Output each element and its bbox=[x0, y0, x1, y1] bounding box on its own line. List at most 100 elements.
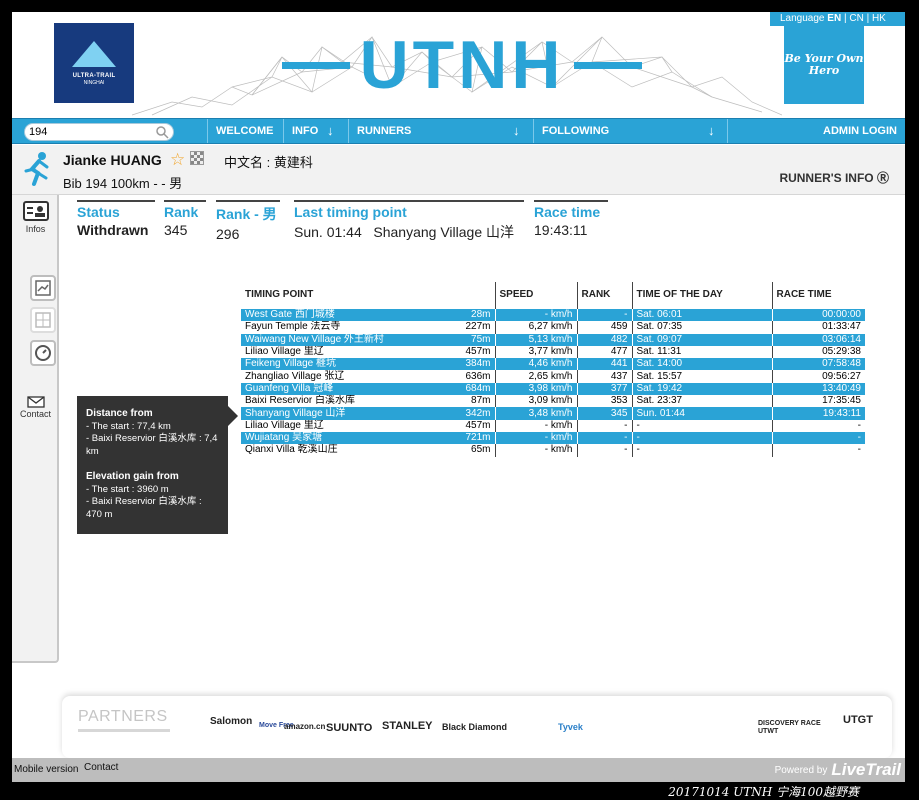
language-label: Language bbox=[780, 13, 825, 24]
table-row[interactable]: Baixi Reservior 白溪水库 87m 3,09 km/h 353 Sat. … bbox=[241, 395, 865, 408]
table-row[interactable]: Liliao Village 里辽 457m - km/h - - - bbox=[241, 419, 865, 432]
mobile-version-link[interactable]: Mobile version bbox=[14, 764, 78, 775]
livetrail-logo: LiveTrail bbox=[831, 760, 901, 779]
cell-race-time: 13:40:49 bbox=[771, 382, 865, 396]
timing-button[interactable] bbox=[30, 340, 56, 366]
status-label: Status bbox=[77, 200, 155, 220]
table-row[interactable]: Waiwang New Village 外王新村 75m 5,13 km/h 482 S… bbox=[241, 333, 865, 346]
table-row[interactable]: Liliao Village 里辽 457m 3,77 km/h 477 Sat. 11… bbox=[241, 345, 865, 359]
race-time-label: Race time bbox=[534, 200, 608, 220]
nav-welcome[interactable]: WELCOME bbox=[207, 119, 282, 143]
utnh-logo[interactable]: ULTRA-TRAIL NINGHAI bbox=[54, 23, 134, 103]
partner-logo-suunto[interactable]: SUUNTO bbox=[326, 722, 372, 734]
table-row[interactable]: Wujiatang 吴家塘 721m - km/h - - - bbox=[241, 431, 865, 445]
cell-rank: 459 bbox=[576, 321, 632, 334]
cell-speed: - km/h bbox=[494, 444, 577, 457]
timing-point-distance: 457m bbox=[465, 346, 491, 358]
partner-logo-blackdiamond[interactable]: Black Diamond bbox=[442, 722, 507, 732]
powered-by[interactable]: Powered by LiveTrail bbox=[775, 760, 901, 780]
site-header: ULTRA-TRAIL NINGHAI UTNH Language EN | C… bbox=[12, 12, 905, 118]
cell-timing-point: Wujiatang 吴家塘 721m bbox=[241, 431, 495, 445]
table-row[interactable]: Qianxi Villa 乾溪山庄 65m - km/h - - - bbox=[241, 444, 865, 457]
cell-time-of-day: Sat. 11:31 bbox=[631, 345, 772, 359]
table-row[interactable]: Zhangliao Village 张辽 636m 2,65 km/h 437 Sat.… bbox=[241, 370, 865, 383]
chevron-down-icon[interactable]: ↓ bbox=[327, 119, 334, 143]
star-icon[interactable]: ☆ bbox=[170, 150, 185, 170]
envelope-icon[interactable] bbox=[27, 396, 45, 408]
nav-following[interactable]: FOLLOWING bbox=[533, 119, 727, 143]
grid-icon bbox=[35, 312, 51, 328]
map-button[interactable] bbox=[30, 307, 56, 333]
table-row[interactable]: West Gate 西门城楼 28m - km/h - Sat. 06:01 00:00:… bbox=[241, 309, 865, 322]
search-input[interactable] bbox=[29, 125, 149, 139]
timing-point-distance: 227m bbox=[465, 321, 491, 333]
cell-time-of-day: Sun. 01:44 bbox=[631, 407, 772, 420]
rank-gender-block: Rank - 男 296 bbox=[216, 200, 280, 242]
nav-admin-login[interactable]: ADMIN LOGIN bbox=[727, 119, 905, 143]
timing-point-distance: 75m bbox=[471, 333, 491, 345]
chevron-down-icon[interactable]: ↓ bbox=[513, 119, 520, 143]
cell-race-time: 05:29:38 bbox=[771, 345, 865, 359]
timing-point-distance: 636m bbox=[465, 370, 491, 382]
lang-en-link[interactable]: EN bbox=[827, 13, 841, 24]
timing-point-distance: 384m bbox=[465, 358, 491, 370]
nav-info[interactable]: INFO bbox=[283, 119, 347, 143]
timing-point-distance: 342m bbox=[465, 407, 491, 419]
cell-race-time: 03:06:14 bbox=[771, 333, 865, 346]
cell-rank: - bbox=[576, 431, 632, 445]
cell-timing-point: Feikeng Village 榧坑 384m bbox=[241, 358, 495, 371]
id-card-icon[interactable] bbox=[23, 201, 49, 221]
last-timing-label: Last timing point bbox=[294, 200, 524, 220]
checkered-flag-icon[interactable] bbox=[190, 151, 204, 165]
timing-point-name: Fayun Temple 法云寺 bbox=[245, 321, 341, 333]
cell-race-time: 19:43:11 bbox=[771, 407, 865, 420]
cell-timing-point: Waiwang New Village 外王新村 75m bbox=[241, 333, 495, 346]
search-icon[interactable] bbox=[155, 125, 169, 139]
footer-contact-link[interactable]: Contact bbox=[84, 762, 118, 773]
lang-cn-link[interactable]: CN bbox=[849, 13, 863, 24]
tooltip-elevation-reservoir: - Baixi Reservior 白溪水库 : 470 m bbox=[86, 496, 202, 520]
table-row[interactable]: Fayun Temple 法云寺 227m 6,27 km/h 459 Sat. 07:… bbox=[241, 321, 865, 334]
partner-logo-stanley[interactable]: STANLEY bbox=[382, 720, 433, 732]
cell-speed: 3,48 km/h bbox=[494, 407, 577, 420]
brand-dash-left bbox=[282, 61, 350, 69]
infos-label[interactable]: Infos bbox=[12, 224, 59, 234]
nav-runners[interactable]: RUNNERS bbox=[348, 119, 532, 143]
cell-time-of-day: - bbox=[631, 444, 772, 457]
chevron-down-icon[interactable]: ↓ bbox=[708, 119, 715, 143]
runner-name: Jianke HUANG bbox=[63, 152, 162, 168]
contact-label[interactable]: Contact bbox=[12, 409, 59, 419]
table-row[interactable]: Guanfeng Villa 冠峰 684m 3,98 km/h 377 Sat. 19… bbox=[241, 382, 865, 396]
cell-speed: 3,77 km/h bbox=[494, 345, 577, 359]
partner-logo-salomon[interactable]: Salomon bbox=[210, 716, 252, 727]
last-timing-block: Last timing point Sun. 01:44 Shanyang Vi… bbox=[294, 200, 524, 242]
cell-timing-point: West Gate 西门城楼 28m bbox=[241, 309, 495, 322]
table-row[interactable]: Feikeng Village 榧坑 384m 4,46 km/h 441 Sat. 1… bbox=[241, 358, 865, 371]
cell-timing-point: Qianxi Villa 乾溪山庄 65m bbox=[241, 444, 495, 456]
runners-info-link[interactable]: RUNNER'S INFO Ⓡ bbox=[779, 169, 889, 186]
timing-point-distance: 721m bbox=[465, 432, 491, 444]
cell-rank: 441 bbox=[576, 358, 632, 371]
lang-hk-link[interactable]: HK bbox=[872, 13, 886, 24]
timing-point-name: Zhangliao Village 张辽 bbox=[245, 370, 345, 382]
slogan-text: Be Your Own Hero bbox=[784, 52, 864, 77]
partner-logo-amazon[interactable]: amazon.cn bbox=[284, 722, 325, 731]
brand-word: UTNH bbox=[359, 27, 565, 103]
partner-logo-utgt[interactable]: UTGT bbox=[843, 714, 873, 726]
table-row[interactable]: Shanyang Village 山洋 342m 3,48 km/h 345 Sun. … bbox=[241, 407, 865, 420]
cell-time-of-day: Sat. 09:07 bbox=[631, 333, 772, 346]
timing-point-name: Qianxi Villa 乾溪山庄 bbox=[245, 444, 338, 456]
mountain-logo-icon bbox=[72, 40, 116, 67]
partner-logo-tyvek[interactable]: Tyvek bbox=[558, 722, 583, 732]
cell-timing-point: Liliao Village 里辽 457m bbox=[241, 346, 495, 358]
cell-rank: 477 bbox=[576, 345, 632, 359]
cell-race-time: 17:35:45 bbox=[771, 395, 865, 408]
sidebar: Infos Contact bbox=[12, 195, 59, 663]
timing-point-name: Feikeng Village 榧坑 bbox=[245, 358, 336, 370]
col-race-time: RACE TIME bbox=[771, 282, 865, 306]
profile-chart-button[interactable] bbox=[30, 275, 56, 301]
timing-point-name: Wujiatang 吴家塘 bbox=[245, 432, 323, 444]
circle-arrow-left-icon: Ⓡ bbox=[876, 171, 889, 185]
partner-logo-discovery[interactable]: DISCOVERY RACE UTWT bbox=[758, 720, 832, 736]
photo-caption: 20171014 UTNH 宁海100越野赛 bbox=[668, 785, 859, 799]
